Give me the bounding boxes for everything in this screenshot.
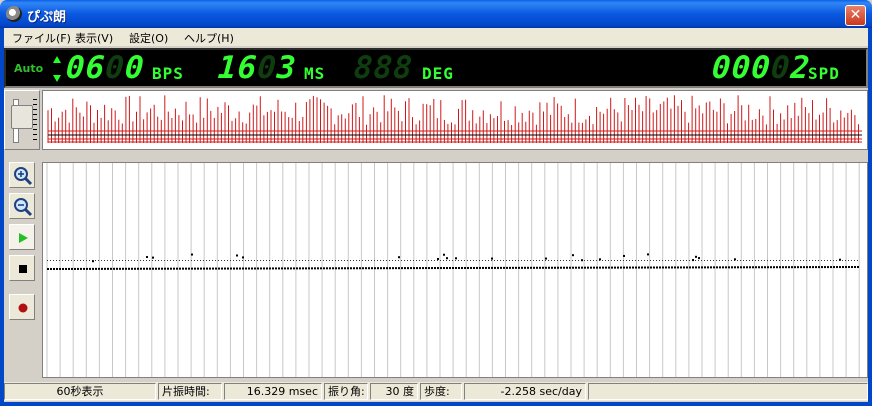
record-icon <box>18 303 28 313</box>
bph-unit: BPS <box>152 64 184 83</box>
zoom-in-icon <box>14 167 33 186</box>
spd-readout: 00002 <box>710 50 812 86</box>
play-button[interactable] <box>9 224 35 250</box>
window-title: ぴぷ朗 <box>27 10 67 25</box>
bph-readout: 0600 <box>64 50 146 86</box>
status-bar: 60秒表示 片振時間: 16.329 msec 振り角: 30 度 歩度: -2… <box>4 382 868 401</box>
status-half-swing-label: 片振時間: <box>158 383 222 400</box>
menu-view[interactable]: 表示(V) <box>75 30 113 46</box>
auto-label[interactable]: Auto <box>14 62 43 75</box>
zoom-out-button[interactable] <box>9 193 35 219</box>
record-button[interactable] <box>9 294 35 320</box>
play-icon <box>19 233 28 243</box>
waveform-strip <box>42 90 868 150</box>
status-half-swing-value: 16.329 msec <box>224 383 322 400</box>
status-empty <box>588 383 868 400</box>
trace-plot <box>46 163 860 377</box>
status-amplitude-label: 振り角: <box>324 383 368 400</box>
zoom-out-icon <box>14 198 33 217</box>
status-rate-label: 歩度: <box>420 383 462 400</box>
slider-ticks <box>33 99 37 143</box>
menu-settings[interactable]: 設定(O) <box>129 30 168 46</box>
status-amplitude-value: 30 度 <box>370 383 418 400</box>
menu-file[interactable]: ファイル(F) <box>12 30 71 46</box>
menu-bar: ファイル(F) 表示(V) 設定(O) ヘルプ(H) <box>0 28 872 46</box>
zoom-in-button[interactable] <box>9 162 35 188</box>
deg-unit: DEG <box>422 64 454 83</box>
stop-icon <box>19 265 27 273</box>
bph-updown-icon[interactable] <box>52 56 62 82</box>
gain-slider[interactable] <box>4 90 40 150</box>
menu-help[interactable]: ヘルプ(H) <box>184 30 234 46</box>
lcd-display: Auto 0600 BPS 1603 MS 888 DEG 00002 SPD <box>4 48 868 88</box>
stop-button[interactable] <box>9 255 35 281</box>
waveform-spikes <box>47 95 862 143</box>
slider-thumb[interactable] <box>11 105 33 129</box>
close-button[interactable]: ✕ <box>845 5 866 26</box>
ms-unit: MS <box>304 64 326 83</box>
deg-readout: 888 <box>352 50 415 86</box>
app-icon <box>6 6 22 22</box>
status-rate-value: -2.258 sec/day <box>464 383 586 400</box>
ms-readout: 1603 <box>216 50 298 86</box>
status-view-mode: 60秒表示 <box>4 383 156 400</box>
title-bar: ぴぷ朗 ✕ <box>0 0 872 28</box>
timegrapher-plot <box>42 162 868 378</box>
spd-unit: SPD <box>808 64 840 83</box>
